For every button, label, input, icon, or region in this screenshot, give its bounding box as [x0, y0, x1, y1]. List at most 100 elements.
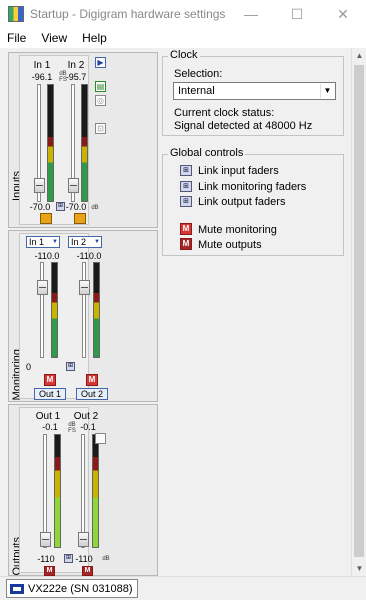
monitoring-panel: Monitoring In 1 In 2 -110.0 -110.0 0 ⊞ M… — [8, 230, 158, 402]
output-1-value: -110 — [37, 554, 55, 564]
menu-file[interactable]: File — [0, 31, 34, 45]
menu-help[interactable]: Help — [75, 31, 115, 45]
output-2-name: Out 2 — [73, 411, 99, 422]
monitor-2-meter-fill — [94, 293, 99, 357]
input-route-icon[interactable]: ▤ — [95, 81, 106, 92]
link-output-icon[interactable]: ⊞ — [180, 196, 192, 207]
title-bar: Startup - Digigram hardware settings — ☐… — [0, 0, 366, 28]
clock-group: Clock Selection: Internal ▼ Current cloc… — [162, 49, 344, 136]
link-input-label[interactable]: Link input faders — [198, 165, 279, 177]
monitor-link-icon[interactable]: ⊞ — [66, 362, 75, 371]
output-2-fader-track — [81, 434, 85, 548]
minimize-button[interactable]: — — [228, 0, 274, 28]
inputs-panel: Inputs In 1 In 2 -96.1 -95.7 dB FS -70.0… — [8, 52, 158, 228]
input-1-meter — [47, 84, 54, 202]
link-output-label[interactable]: Link output faders — [198, 196, 285, 208]
input-play-icon[interactable]: ▶ — [95, 57, 106, 68]
mute-monitoring-icon[interactable]: M — [180, 223, 192, 235]
output-1-meter-fill — [55, 457, 60, 547]
device-name: VX222e (SN 031088) — [28, 582, 133, 595]
input-1-mute-icon[interactable] — [40, 213, 52, 224]
output-monitor-icon[interactable] — [95, 433, 106, 444]
device-tab[interactable]: VX222e (SN 031088) — [6, 579, 138, 598]
monitor-1-meter-fill — [52, 293, 57, 357]
output-2-value: -110 — [75, 554, 93, 564]
monitor-2-fader[interactable] — [79, 280, 90, 295]
monitor-2-fader-track — [82, 262, 86, 358]
maximize-button[interactable]: ☐ — [274, 0, 320, 28]
output-1-name: Out 1 — [35, 411, 61, 422]
output-2-meter-fill — [93, 457, 98, 547]
clock-selection-value: Internal — [178, 85, 215, 97]
input-dbfs-label: dB FS — [59, 71, 67, 83]
link-monitoring-label[interactable]: Link monitoring faders — [198, 181, 306, 193]
input-db-label: dB — [91, 205, 99, 211]
monitor-zero-label: 0 — [26, 362, 32, 372]
output-1-fader-track — [43, 434, 47, 548]
clock-title: Clock — [168, 49, 200, 61]
monitor-1-source-select[interactable]: In 1 — [26, 236, 60, 248]
input-2-fader[interactable] — [68, 178, 79, 193]
input-2-meter-fill — [82, 137, 87, 201]
input-1-peak: -96.1 — [31, 72, 53, 82]
outputs-panel: Outputs Out 1 Out 2 -0.1 -0.1 dB FS -110… — [8, 404, 158, 576]
chevron-down-icon[interactable]: ▼ — [320, 84, 334, 98]
status-bar: VX222e (SN 031088) — [0, 576, 366, 600]
link-monitoring-icon[interactable]: ⊞ — [180, 181, 192, 192]
mute-outputs-icon[interactable]: M — [180, 238, 192, 250]
clock-selection-combo[interactable]: Internal ▼ — [173, 82, 336, 100]
menu-view[interactable]: View — [34, 31, 75, 45]
output-1-mute-button[interactable]: M — [44, 566, 55, 576]
input-2-meter — [81, 84, 88, 202]
inputs-strip: In 1 In 2 -96.1 -95.7 dB FS -70.0 ⊞ -70.… — [19, 55, 99, 225]
output-2-peak: -0.1 — [80, 422, 96, 432]
global-controls-group: Global controls ⊞ Link input faders ⊞ Li… — [162, 147, 344, 256]
monitor-1-mute-button[interactable]: M — [44, 374, 56, 386]
monitor-2-peak: -110.0 — [76, 251, 102, 261]
output-2-mute-button[interactable]: M — [82, 566, 93, 576]
window-title: Startup - Digigram hardware settings — [30, 7, 226, 21]
input-config-icon[interactable]: ⊡ — [95, 123, 106, 134]
clock-status-label: Current clock status: — [174, 107, 275, 119]
input-1-meter-fill — [48, 137, 53, 201]
input-2-name: In 2 — [67, 60, 85, 71]
output-1-peak: -0.1 — [42, 422, 58, 432]
input-1-fader[interactable] — [34, 178, 45, 193]
mute-outputs-label[interactable]: Mute outputs — [198, 239, 262, 251]
scroll-up-icon[interactable]: ▲ — [352, 48, 366, 63]
input-monitor-icon[interactable]: ◎ — [95, 95, 106, 106]
global-controls-title: Global controls — [168, 147, 246, 159]
output-db-label: dB — [102, 556, 110, 562]
vertical-scrollbar[interactable]: ▲ ▼ — [351, 48, 366, 576]
scroll-thumb[interactable] — [354, 65, 364, 557]
monitor-2-output-button[interactable]: Out 2 — [76, 388, 108, 400]
clock-status-value: Signal detected at 48000 Hz — [174, 120, 313, 132]
output-1-fader[interactable] — [40, 532, 51, 547]
monitor-1-fader-track — [40, 262, 44, 358]
menu-bar: File View Help — [0, 28, 366, 48]
output-dbfs-label: dB FS — [68, 422, 76, 434]
input-1-value: -70.0 — [29, 202, 51, 212]
monitor-1-peak: -110.0 — [34, 251, 60, 261]
clock-selection-label: Selection: — [174, 68, 223, 80]
monitor-1-fader[interactable] — [37, 280, 48, 295]
monitor-2-meter — [93, 262, 100, 358]
input-2-value: -70.0 — [65, 202, 87, 212]
device-icon — [10, 583, 24, 594]
monitor-2-mute-button[interactable]: M — [86, 374, 98, 386]
link-input-icon[interactable]: ⊞ — [180, 165, 192, 176]
monitoring-strip: In 1 In 2 -110.0 -110.0 0 ⊞ M M Out 1 Ou… — [19, 233, 108, 400]
monitor-1-meter — [51, 262, 58, 358]
output-1-meter — [54, 434, 61, 548]
output-2-fader[interactable] — [78, 532, 89, 547]
close-button[interactable]: ✕ — [320, 0, 366, 28]
monitor-1-output-button[interactable]: Out 1 — [34, 388, 66, 400]
output-2-meter — [92, 434, 99, 548]
monitor-2-source-select[interactable]: In 2 — [68, 236, 102, 248]
scroll-down-icon[interactable]: ▼ — [352, 561, 366, 576]
app-icon — [8, 6, 24, 22]
mute-monitoring-label[interactable]: Mute monitoring — [198, 224, 277, 236]
input-2-mute-icon[interactable] — [74, 213, 86, 224]
outputs-strip: Out 1 Out 2 -0.1 -0.1 dB FS -110 ⊞ -110 … — [19, 407, 110, 576]
input-1-name: In 1 — [33, 60, 51, 71]
